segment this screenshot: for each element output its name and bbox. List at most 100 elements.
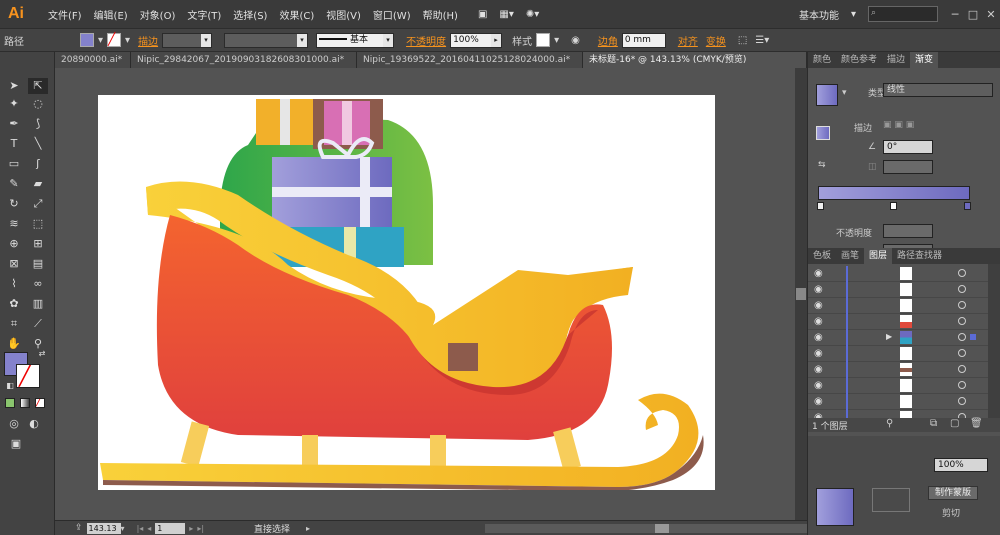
layer-row[interactable]: ◉ (808, 298, 988, 314)
vertical-scrollbar[interactable] (795, 68, 807, 520)
gradient-stop-mid[interactable] (890, 202, 897, 210)
status-menu-icon[interactable]: ▸ (306, 524, 310, 533)
menu-effect[interactable]: 效果(C) (273, 7, 320, 22)
eyedropper-tool-icon[interactable]: ⌇ (4, 276, 24, 292)
variable-width-dropdown[interactable]: ▾ (224, 32, 309, 48)
chevron-down-icon[interactable]: ▾ (842, 88, 847, 98)
rotate-tool-icon[interactable]: ↻ (4, 196, 24, 212)
blend-tool-icon[interactable]: ∞ (28, 276, 48, 292)
zoom-field[interactable]: 143.13 (86, 522, 121, 534)
make-mask-button[interactable]: 制作蒙版 (928, 486, 978, 500)
target-icon[interactable] (958, 381, 966, 389)
arrange-docs-icon[interactable]: ▦▾ (493, 9, 519, 20)
opacity-field[interactable]: 100% ▸ (450, 32, 503, 48)
tab-pathfinder[interactable]: 路径查找器 (892, 248, 947, 264)
menu-type[interactable]: 文字(T) (181, 7, 227, 22)
aspect-field[interactable] (883, 160, 933, 174)
chevron-down-icon[interactable]: ▾ (94, 35, 107, 46)
menu-select[interactable]: 选择(S) (227, 7, 273, 22)
rectangle-tool-icon[interactable]: ▭ (4, 156, 24, 172)
bridge-icon[interactable]: ▣ (472, 9, 493, 20)
tab-layers[interactable]: 图层 (864, 248, 893, 264)
target-icon[interactable] (958, 397, 966, 405)
artboard-tool-icon[interactable]: ⌗ (4, 316, 24, 332)
fill-swatch[interactable] (80, 33, 94, 47)
shape-builder-tool-icon[interactable]: ⊕ (4, 236, 24, 252)
layer-row[interactable]: ◉ (808, 378, 988, 394)
mask-thumbnail[interactable] (872, 488, 910, 512)
eye-icon[interactable]: ◉ (814, 380, 826, 392)
slice-tool-icon[interactable]: ⟋ (28, 316, 48, 332)
layer-row[interactable]: ◉ (808, 362, 988, 378)
hscroll-thumb[interactable] (655, 524, 669, 533)
isolate-icon[interactable]: ⬚ (734, 35, 751, 46)
line-tool-icon[interactable]: ╲ (28, 136, 48, 152)
curvature-tool-icon[interactable]: ⟆ (28, 116, 48, 132)
page-field[interactable]: 1 (155, 522, 186, 534)
tab-doc-active[interactable]: 未标题-16* @ 143.13% (CMYK/预览) (583, 52, 807, 68)
export-icon[interactable]: ⇪ (75, 523, 83, 533)
delete-layer-icon[interactable]: 🗑 (970, 418, 983, 429)
default-colors-icon[interactable]: ◧ (0, 378, 20, 394)
transparency-opacity-field[interactable]: 100% (934, 458, 988, 472)
graphic-style-swatch[interactable] (536, 33, 551, 47)
recolor-icon[interactable]: ◉ (567, 35, 584, 46)
new-layer-icon[interactable]: ▢ (950, 418, 959, 429)
tab-doc-1[interactable]: 20890000.ai* (55, 52, 131, 68)
prev-page-icon[interactable]: ◂ (147, 524, 151, 533)
target-icon[interactable] (958, 365, 966, 373)
lasso-tool-icon[interactable]: ◌ (28, 96, 48, 112)
chevron-down-icon[interactable]: ▾ (121, 35, 134, 46)
tab-stroke[interactable]: 描边 (882, 52, 910, 68)
tab-brushes[interactable]: 画笔 (836, 248, 864, 264)
free-transform-tool-icon[interactable]: ⬚ (28, 216, 48, 232)
tab-color-guide[interactable]: 颜色参考 (836, 52, 882, 68)
menu-edit[interactable]: 编辑(E) (88, 7, 134, 22)
opacity-field[interactable] (883, 224, 933, 238)
menu-view[interactable]: 视图(V) (320, 7, 367, 22)
swap-colors-icon[interactable]: ⇄ (32, 346, 52, 362)
chevron-down-icon[interactable]: ▾ (845, 9, 862, 20)
expand-arrow-icon[interactable]: ▶ (886, 332, 892, 341)
gradient-preview[interactable] (816, 84, 838, 106)
mesh-tool-icon[interactable]: ⊠ (4, 256, 24, 272)
pen-tool-icon[interactable]: ✒ (4, 116, 24, 132)
fill-stroke-indicator[interactable] (816, 126, 830, 140)
type-tool-icon[interactable]: T (4, 136, 24, 152)
layer-row[interactable]: ◉ (808, 266, 988, 282)
gradient-tool-icon[interactable]: ▤ (28, 256, 48, 272)
target-icon[interactable] (958, 317, 966, 325)
next-page-icon[interactable]: ▸ (189, 524, 193, 533)
draw-behind-icon[interactable]: ◐ (24, 416, 44, 432)
corner-link[interactable]: 边角 (594, 33, 622, 48)
opacity-link[interactable]: 不透明度 (402, 33, 450, 48)
eye-icon[interactable]: ◉ (814, 268, 826, 280)
gradient-mode-button[interactable] (20, 398, 30, 408)
eye-icon[interactable]: ◉ (814, 316, 826, 328)
pencil-tool-icon[interactable]: ✎ (4, 176, 24, 192)
gradient-slider[interactable] (818, 186, 970, 200)
last-page-icon[interactable]: ▸| (197, 524, 204, 533)
first-page-icon[interactable]: |◂ (137, 524, 144, 533)
eye-icon[interactable]: ◉ (814, 364, 826, 376)
scale-tool-icon[interactable]: ⤢ (28, 196, 48, 212)
tab-gradient[interactable]: 渐变 (910, 52, 939, 68)
screen-mode-icon[interactable]: ▣ (6, 436, 26, 452)
graph-tool-icon[interactable]: ▥ (28, 296, 48, 312)
gradient-stop-end[interactable] (964, 202, 971, 210)
color-mode-button[interactable] (5, 398, 15, 408)
maximize-button[interactable]: □ (964, 8, 982, 21)
draw-mode-icon[interactable]: ◎ (4, 416, 24, 432)
reverse-gradient-icon[interactable]: ⇆ (818, 160, 826, 170)
layer-row[interactable]: ◉ (808, 394, 988, 410)
menu-window[interactable]: 窗口(W) (367, 7, 417, 22)
perspective-tool-icon[interactable]: ⊞ (28, 236, 48, 252)
menu-object[interactable]: 对象(O) (134, 7, 182, 22)
target-icon[interactable] (958, 269, 966, 277)
align-link[interactable]: 对齐 (674, 33, 702, 48)
paintbrush-tool-icon[interactable]: ʃ (28, 156, 48, 172)
menu-file[interactable]: 文件(F) (42, 7, 88, 22)
search-input[interactable]: ⌕ (868, 6, 938, 22)
panel-menu-icon[interactable]: ☰▾ (751, 35, 773, 46)
magic-wand-tool-icon[interactable]: ✦ (4, 96, 24, 112)
